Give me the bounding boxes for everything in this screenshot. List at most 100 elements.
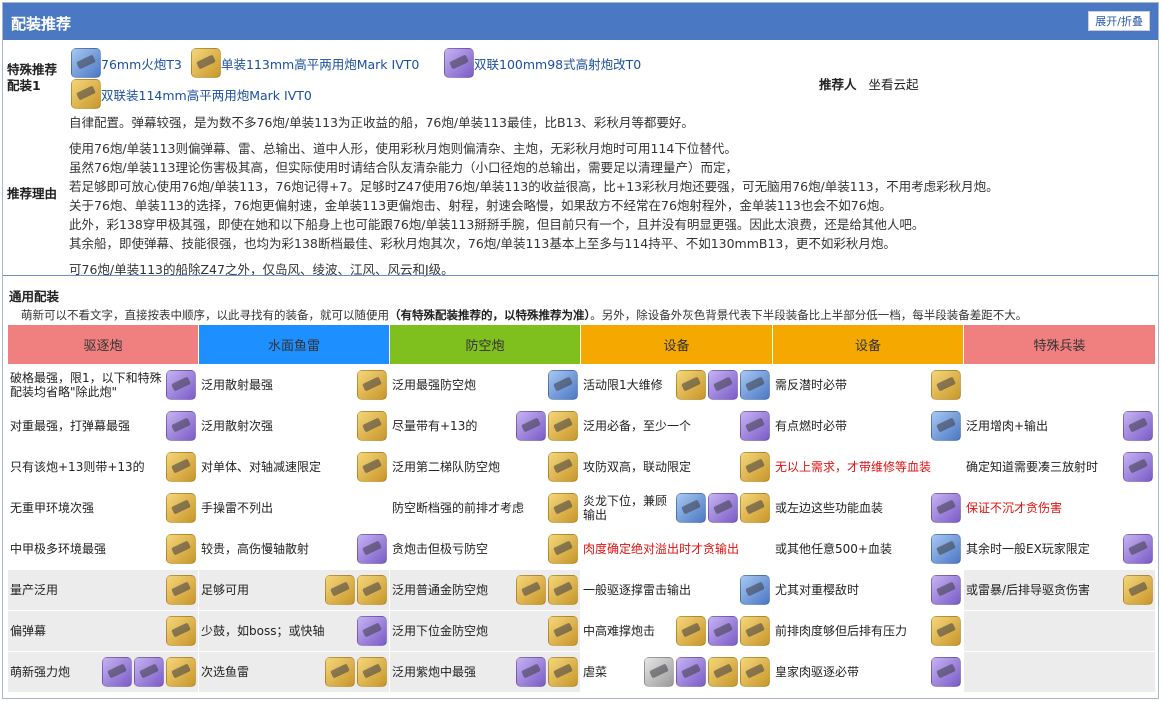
equipment-icons — [548, 493, 578, 523]
table-row: 只有该炮+13则带+13的 对单体、对轴减速限定 泛用第二梯队防空炮 攻防双高，联动限… — [7, 446, 1156, 488]
equipment-recommendation-panel: 配装推荐 展开/折叠 特殊推荐配装1 76mm火炮T3 单装113mm高平两用炮… — [2, 2, 1159, 699]
equipment-icon[interactable] — [357, 534, 387, 564]
equipment-icons — [931, 493, 961, 523]
equipment-icon[interactable] — [708, 657, 738, 687]
equipment-icons — [548, 534, 578, 564]
equipment-icon[interactable] — [931, 534, 961, 564]
equipment-icon[interactable] — [357, 657, 387, 687]
equipment-icon[interactable] — [548, 411, 578, 441]
equipment-icon[interactable] — [166, 452, 196, 482]
equipment-name[interactable]: 单装113mm高平两用炮Mark IVT0 — [221, 54, 419, 73]
gun-icon — [191, 48, 221, 78]
equipment-icon[interactable] — [931, 411, 961, 441]
equipment-name[interactable]: 双联装114mm高平两用炮Mark IVT0 — [101, 85, 312, 104]
equipment-icon[interactable] — [166, 534, 196, 564]
equipment-icon[interactable] — [166, 575, 196, 605]
equipment-icon[interactable] — [548, 657, 578, 687]
equipment-icon[interactable] — [516, 411, 546, 441]
equipment-icon[interactable] — [166, 657, 196, 687]
table-cell: 其余时一般EX玩家限定 — [963, 528, 1156, 570]
equipment-icon[interactable] — [931, 493, 961, 523]
equipment-icon[interactable] — [548, 534, 578, 564]
equipment-icon[interactable] — [1123, 411, 1153, 441]
column-header: 防空炮 — [389, 324, 581, 365]
expand-collapse-button[interactable]: 展开/折叠 — [1088, 11, 1150, 31]
equipment-icon[interactable] — [1123, 575, 1153, 605]
equipment-icon[interactable] — [357, 370, 387, 400]
special-loadout-section: 特殊推荐配装1 76mm火炮T3 单装113mm高平两用炮Mark IVT0 双… — [3, 40, 1158, 277]
equipment-icon[interactable] — [166, 616, 196, 646]
equipment-icon[interactable] — [931, 616, 961, 646]
equipment-icons — [548, 452, 578, 482]
equipment-icon[interactable] — [166, 411, 196, 441]
equipment-icon[interactable] — [102, 657, 132, 687]
equipment-link-1[interactable]: 76mm火炮T3 — [71, 47, 182, 79]
equipment-icon[interactable] — [548, 452, 578, 482]
equipment-icon[interactable] — [676, 370, 706, 400]
cell-text: 防空断档强的前排才考虑 — [392, 501, 525, 515]
equipment-icons — [676, 493, 770, 523]
table-row: 中甲极多环境最强 较贵，高伤慢轴散射 贪炮击但极亏防空 肉度确定绝对溢出时才贪输出 或其… — [7, 528, 1156, 570]
equipment-icon[interactable] — [676, 657, 706, 687]
equipment-icon[interactable] — [740, 493, 770, 523]
equipment-icon[interactable] — [708, 493, 738, 523]
equipment-icon[interactable] — [676, 493, 706, 523]
equipment-icon[interactable] — [357, 452, 387, 482]
cell-text: 足够可用 — [201, 583, 250, 597]
equipment-icon[interactable] — [166, 493, 196, 523]
equipment-icons — [166, 411, 196, 441]
equipment-icon[interactable] — [644, 657, 674, 687]
equipment-icon[interactable] — [740, 616, 770, 646]
table-cell: 萌新强力炮 — [7, 651, 199, 693]
equipment-icon[interactable] — [931, 370, 961, 400]
equipment-icon[interactable] — [931, 575, 961, 605]
equipment-icon[interactable] — [740, 575, 770, 605]
cell-text: 泛用紫炮中最强 — [392, 665, 477, 679]
table-cell — [963, 610, 1156, 652]
general-loadout-title: 通用配装 — [9, 289, 60, 304]
equipment-icons — [931, 534, 961, 564]
equipment-icon[interactable] — [166, 370, 196, 400]
equipment-icon[interactable] — [357, 616, 387, 646]
equipment-icon[interactable] — [740, 411, 770, 441]
equipment-icon[interactable] — [708, 616, 738, 646]
cell-text: 贪炮击但极亏防空 — [392, 542, 489, 556]
equipment-icon[interactable] — [548, 493, 578, 523]
table-row: 破格最强，限1，以下和特殊配装均省略"除此炮" 泛用散射最强 泛用最强防空炮 活动限1… — [7, 364, 1156, 406]
equipment-link-3[interactable]: 双联100mm98式高射炮改T0 — [444, 47, 641, 79]
equipment-icon[interactable] — [548, 575, 578, 605]
equipment-name[interactable]: 76mm火炮T3 — [101, 54, 182, 73]
equipment-link-2[interactable]: 单装113mm高平两用炮Mark IVT0 — [191, 47, 419, 79]
equipment-icon[interactable] — [325, 657, 355, 687]
equipment-icon[interactable] — [740, 452, 770, 482]
equipment-icon[interactable] — [548, 370, 578, 400]
column-header: 驱逐炮 — [7, 324, 199, 365]
equipment-icon[interactable] — [931, 657, 961, 687]
equipment-icon[interactable] — [676, 616, 706, 646]
equipment-icon[interactable] — [134, 657, 164, 687]
equipment-icon[interactable] — [357, 411, 387, 441]
equipment-icons — [740, 411, 770, 441]
cell-text: 手操雷不列出 — [201, 501, 274, 515]
equipment-icon[interactable] — [740, 657, 770, 687]
cell-text: 尤其对重樱敌时 — [775, 583, 860, 597]
reason-line: 关于76炮、单装113的选择，76炮更偏射速，金单装113更偏炮击、射程，射速会… — [69, 198, 892, 213]
equipment-icon[interactable] — [357, 575, 387, 605]
equipment-icons — [166, 452, 196, 482]
equipment-icon[interactable] — [708, 370, 738, 400]
cell-text: 对单体、对轴减速限定 — [201, 460, 322, 474]
equipment-icon[interactable] — [740, 370, 770, 400]
table-cell: 泛用增肉+输出 — [963, 405, 1156, 447]
equipment-icon[interactable] — [325, 575, 355, 605]
equipment-icon[interactable] — [548, 616, 578, 646]
equipment-link-4[interactable]: 双联装114mm高平两用炮Mark IVT0 — [71, 78, 312, 110]
equipment-icon[interactable] — [1123, 452, 1153, 482]
reason-line: 若足够即可放心使用76炮/单装113，76炮记得+7。足够时Z47使用76炮/单… — [69, 179, 999, 194]
equipment-icons — [357, 616, 387, 646]
cell-text: 少鼓，如boss；或快轴 — [201, 624, 325, 638]
note-text-tail: 。另外，除设备外灰色背景代表下半段装备比上半部分低一档，每半段装备差距不大。 — [590, 308, 1028, 322]
equipment-icon[interactable] — [1123, 534, 1153, 564]
equipment-icon[interactable] — [516, 575, 546, 605]
equipment-icon[interactable] — [516, 657, 546, 687]
equipment-name[interactable]: 双联100mm98式高射炮改T0 — [474, 54, 641, 73]
